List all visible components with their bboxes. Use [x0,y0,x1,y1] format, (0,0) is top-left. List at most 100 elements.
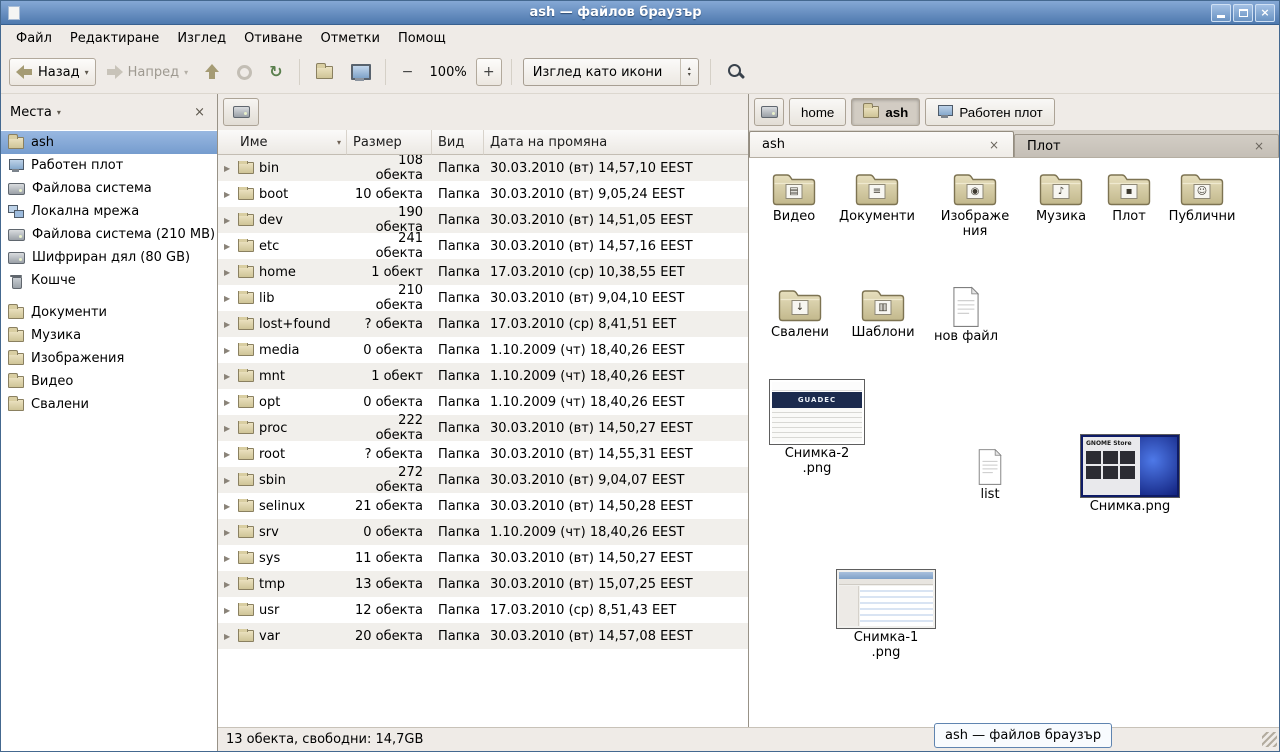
tab-plot[interactable]: Плот × [1014,134,1279,157]
expander-icon[interactable]: ▶ [224,580,233,589]
icon-templates-folder[interactable]: ▥ Шаблони [843,286,923,340]
icon-documents-folder[interactable]: ≡ Документи [837,170,917,224]
sidebar-close-button[interactable]: × [191,105,208,120]
table-row-boot[interactable]: ▶boot10 обектаПапка30.03.2010 (вт) 9,05,… [218,181,748,207]
sidebar-item-network[interactable]: Локална мрежа [1,200,217,223]
table-row-home[interactable]: ▶home1 обектПапка17.03.2010 (ср) 10,38,5… [218,259,748,285]
expander-icon[interactable]: ▶ [224,346,233,355]
sidebar-item-desktop[interactable]: Работен плот [1,154,217,177]
sidebar-item-filesystem[interactable]: Файлова система [1,177,217,200]
home-folder-button[interactable] [309,58,340,86]
table-row-mnt[interactable]: ▶mnt1 обектПапка1.10.2009 (чт) 18,40,26 … [218,363,748,389]
expander-icon[interactable]: ▶ [224,476,233,485]
tab-ash[interactable]: ash × [749,131,1014,157]
menu-go[interactable]: Отиване [235,27,311,50]
breadcrumb-root-button[interactable] [754,98,784,126]
sidebar-item-encrypted-80gb[interactable]: Шифриран дял (80 GB) [1,246,217,269]
icon-desktop-folder[interactable]: ▪ Плот [1089,170,1169,224]
back-button[interactable]: Назад ▾ [9,58,96,86]
table-row-dev[interactable]: ▶dev190 обектаПапка30.03.2010 (вт) 14,51… [218,207,748,233]
table-row-var[interactable]: ▶var20 обектаПапка30.03.2010 (вт) 14,57,… [218,623,748,649]
zoom-in-button[interactable]: + [476,58,502,86]
sidebar-item-trash[interactable]: Кошче [1,269,217,292]
expander-icon[interactable]: ▶ [224,554,233,563]
minimize-button[interactable] [1211,4,1231,22]
table-row-bin[interactable]: ▶bin108 обектаПапка30.03.2010 (вт) 14,57… [218,155,748,181]
breadcrumb-root-button[interactable] [223,98,259,126]
sidebar-item-video[interactable]: Видео [1,370,217,393]
table-row-media[interactable]: ▶media0 обектаПапка1.10.2009 (чт) 18,40,… [218,337,748,363]
forward-button[interactable]: Напред ▾ [99,58,196,86]
maximize-button[interactable] [1233,4,1253,22]
sidebar-item-documents[interactable]: Документи [1,301,217,324]
table-row-sbin[interactable]: ▶sbin272 обектаПапка30.03.2010 (вт) 9,04… [218,467,748,493]
sidebar-title[interactable]: Места [10,105,52,120]
expander-icon[interactable]: ▶ [224,398,233,407]
expander-icon[interactable]: ▶ [224,190,233,199]
expander-icon[interactable]: ▶ [224,606,233,615]
column-header-type[interactable]: Вид [432,130,484,155]
icon-snimka1-image[interactable]: Снимка-1.png [834,569,938,660]
tab-close-button[interactable]: × [987,138,1001,152]
tab-close-button[interactable]: × [1252,139,1266,153]
icon-list-file[interactable]: list [959,448,1021,502]
table-row-etc[interactable]: ▶etc241 обектаПапка30.03.2010 (вт) 14,57… [218,233,748,259]
table-row-sys[interactable]: ▶sys11 обектаПапка30.03.2010 (вт) 14,50,… [218,545,748,571]
table-row-root[interactable]: ▶root? обектаПапка30.03.2010 (вт) 14,55,… [218,441,748,467]
sidebar-item-ash[interactable]: ash [1,131,217,154]
sidebar-item-images[interactable]: Изображения [1,347,217,370]
column-header-date[interactable]: Дата на промяна [484,130,748,155]
expander-icon[interactable]: ▶ [224,164,233,173]
table-row-lib[interactable]: ▶lib210 обектаПапка30.03.2010 (вт) 9,04,… [218,285,748,311]
menu-help[interactable]: Помощ [389,27,455,50]
up-button[interactable] [198,58,227,86]
icon-snimka-image[interactable]: GNOME Store Снимка.png [1077,434,1183,514]
icon-video-folder[interactable]: ▤ Видео [754,170,834,224]
expander-icon[interactable]: ▶ [224,502,233,511]
column-header-size[interactable]: Размер [347,130,432,155]
table-row-proc[interactable]: ▶proc222 обектаПапка30.03.2010 (вт) 14,5… [218,415,748,441]
expander-icon[interactable]: ▶ [224,242,233,251]
expander-icon[interactable]: ▶ [224,424,233,433]
stop-button[interactable] [230,58,259,86]
titlebar[interactable]: ash — файлов браузър × [1,1,1279,25]
expander-icon[interactable]: ▶ [224,528,233,537]
breadcrumb-home[interactable]: home [789,98,846,126]
sidebar-dropdown-icon[interactable]: ▾ [57,108,61,117]
expander-icon[interactable]: ▶ [224,450,233,459]
table-row-usr[interactable]: ▶usr12 обектаПапка17.03.2010 (ср) 8,51,4… [218,597,748,623]
icon-snimka2-image[interactable]: GUADEC Снимка-2.png [766,379,868,476]
sidebar-item-music[interactable]: Музика [1,324,217,347]
close-button[interactable]: × [1255,4,1275,22]
menu-bookmarks[interactable]: Отметки [311,27,388,50]
menu-view[interactable]: Изглед [168,27,235,50]
zoom-out-button[interactable]: − [395,58,421,86]
search-button[interactable] [720,58,752,86]
icon-view[interactable]: ▤ Видео ≡ Документи ◉ Изображения ♪ [749,158,1279,727]
table-row-tmp[interactable]: ▶tmp13 обектаПапка30.03.2010 (вт) 15,07,… [218,571,748,597]
reload-button[interactable]: ↻ [262,58,289,86]
icon-new-file[interactable]: нов файл [926,286,1006,344]
icon-downloads-folder[interactable]: ↓ Свалени [760,286,840,340]
menu-edit[interactable]: Редактиране [61,27,168,50]
menu-file[interactable]: Файл [7,27,61,50]
expander-icon[interactable]: ▶ [224,372,233,381]
sidebar-item-downloads[interactable]: Свалени [1,393,217,416]
column-header-name[interactable]: Име ▾ [218,130,347,155]
expander-icon[interactable]: ▶ [224,216,233,225]
expander-icon[interactable]: ▶ [224,268,233,277]
table-row-opt[interactable]: ▶opt0 обектаПапка1.10.2009 (чт) 18,40,26… [218,389,748,415]
breadcrumb-desktop[interactable]: Работен плот [925,98,1054,126]
resize-grip[interactable] [1262,732,1277,747]
table-row-selinux[interactable]: ▶selinux21 обектаПапка30.03.2010 (вт) 14… [218,493,748,519]
icon-public-folder[interactable]: ☺ Публични [1162,170,1242,224]
breadcrumb-ash[interactable]: ash [851,98,920,126]
expander-icon[interactable]: ▶ [224,320,233,329]
icon-images-folder[interactable]: ◉ Изображения [939,170,1011,239]
computer-button[interactable] [343,58,376,86]
table-row-srv[interactable]: ▶srv0 обектаПапка1.10.2009 (чт) 18,40,26… [218,519,748,545]
view-mode-select[interactable]: Изглед като икони ▴ ▾ [523,58,699,86]
table-row-lost-found[interactable]: ▶lost+found? обектаПапка17.03.2010 (ср) … [218,311,748,337]
expander-icon[interactable]: ▶ [224,632,233,641]
expander-icon[interactable]: ▶ [224,294,233,303]
